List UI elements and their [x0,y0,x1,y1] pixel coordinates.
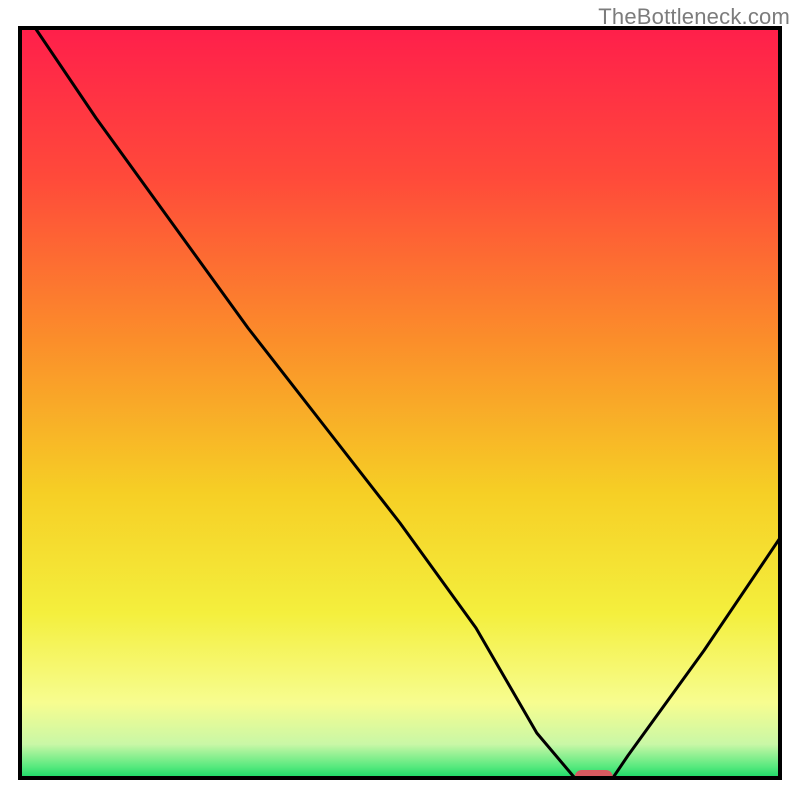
chart-container: TheBottleneck.com [0,0,800,800]
watermark-text: TheBottleneck.com [598,4,790,30]
gradient-background [20,28,780,778]
bottleneck-chart [0,0,800,800]
